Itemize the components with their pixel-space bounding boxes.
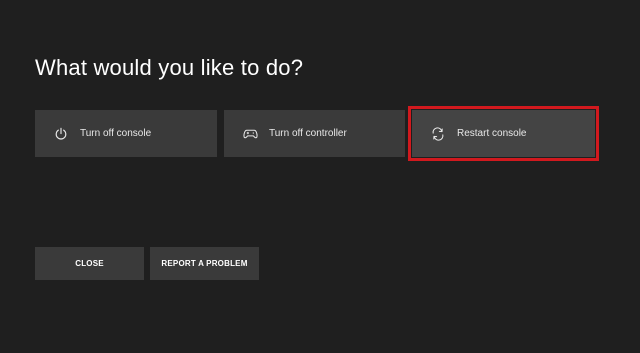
dialog-title: What would you like to do? (35, 55, 304, 80)
restart-console-option[interactable]: Restart console (412, 110, 595, 157)
controller-icon (242, 126, 258, 142)
power-icon (53, 126, 69, 142)
turn-off-console-label: Turn off console (80, 128, 152, 139)
report-problem-button[interactable]: REPORT A PROBLEM (150, 247, 259, 280)
close-button[interactable]: CLOSE (35, 247, 144, 280)
restart-console-label: Restart console (457, 128, 527, 139)
turn-off-console-option[interactable]: Turn off console (35, 110, 217, 157)
turn-off-controller-label: Turn off controller (269, 128, 347, 139)
restart-icon (430, 126, 446, 142)
turn-off-controller-option[interactable]: Turn off controller (224, 110, 405, 157)
